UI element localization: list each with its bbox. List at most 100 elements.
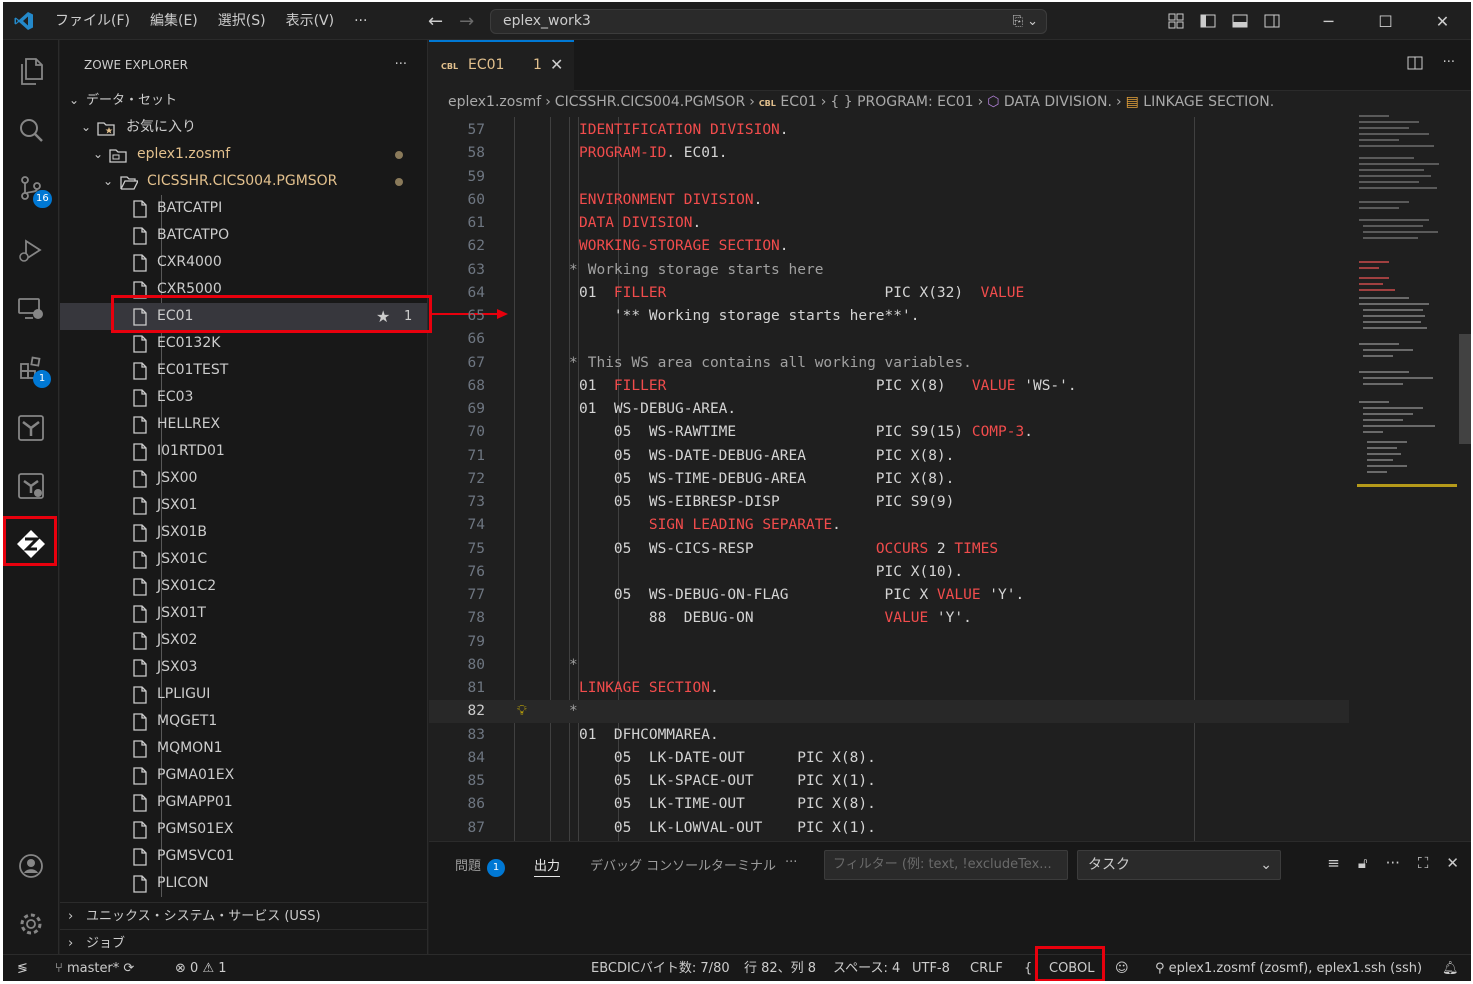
editor-more-icon[interactable]: ··· bbox=[1443, 55, 1455, 75]
code-editor[interactable]: 57 IDENTIFICATION DIVISION. 58 PROGRAM-ID. … bbox=[429, 117, 1349, 841]
code-line[interactable]: 70 05 WS-RAWTIME PIC S9(15) COMP-3. bbox=[429, 421, 1349, 444]
minimize-icon[interactable]: ─ bbox=[1300, 2, 1357, 40]
section-uss[interactable]: › ユニックス・システム・サービス (USS) bbox=[60, 902, 427, 929]
code-line[interactable]: 84 05 LK-DATE-OUT PIC X(8). bbox=[429, 747, 1349, 770]
panel-tab-terminal[interactable]: ターミナル bbox=[711, 855, 776, 877]
member-item[interactable]: MQMON1 bbox=[60, 735, 427, 762]
panel-tab-output[interactable]: 出力 bbox=[534, 855, 561, 877]
member-item[interactable]: BATCATPO bbox=[60, 222, 427, 249]
zowe-explorer-icon[interactable] bbox=[3, 516, 59, 572]
settings-gear-icon[interactable] bbox=[3, 896, 59, 952]
member-item[interactable]: JSX01B bbox=[60, 519, 427, 546]
remote-indicator-icon[interactable]: ≶ bbox=[17, 955, 28, 981]
close-icon[interactable]: ✕ bbox=[550, 55, 563, 74]
menu-more[interactable]: ··· bbox=[344, 2, 377, 40]
run-debug-icon[interactable] bbox=[3, 222, 59, 278]
code-line[interactable]: 60 ENVIRONMENT DIVISION. bbox=[429, 189, 1349, 212]
zowe-explorer-alt-icon[interactable] bbox=[3, 458, 59, 514]
member-item[interactable]: CXR5000 bbox=[60, 276, 427, 303]
breadcrumb-division[interactable]: DATA DIVISION. bbox=[1004, 94, 1112, 110]
maximize-panel-icon[interactable]: ⛶ bbox=[1418, 854, 1429, 872]
member-item[interactable]: EC03 bbox=[60, 384, 427, 411]
member-item[interactable]: MQGET1 bbox=[60, 708, 427, 735]
extensions-icon[interactable]: 1 bbox=[3, 340, 59, 396]
explorer-icon[interactable] bbox=[3, 44, 59, 100]
menu-edit[interactable]: 編集(E) bbox=[140, 2, 208, 40]
member-item[interactable]: JSX01 bbox=[60, 492, 427, 519]
toggle-primary-sidebar-icon[interactable] bbox=[1192, 2, 1224, 40]
tree-profile[interactable]: ⌄ eplex1.zosmf bbox=[60, 141, 427, 168]
code-line[interactable]: 82 💡︎ * bbox=[429, 700, 1349, 724]
forward-arrow-icon[interactable]: → bbox=[459, 11, 474, 32]
code-line[interactable]: 63 * Working storage starts here bbox=[429, 259, 1349, 282]
code-line[interactable]: 78 88 DEBUG-ON VALUE 'Y'. bbox=[429, 607, 1349, 630]
lightbulb-icon[interactable]: 💡︎ bbox=[517, 700, 527, 723]
code-line[interactable]: 61 DATA DIVISION. bbox=[429, 212, 1349, 235]
code-line[interactable]: 74 SIGN LEADING SEPARATE. bbox=[429, 514, 1349, 537]
close-window-icon[interactable]: ✕ bbox=[1414, 2, 1471, 40]
member-item[interactable]: EC01 ★ 1 bbox=[60, 303, 427, 330]
code-line[interactable]: 58 PROGRAM-ID. EC01. bbox=[429, 142, 1349, 165]
code-line[interactable]: 65 '** Working storage starts here**'. bbox=[429, 305, 1349, 328]
code-line[interactable]: 83 01 DFHCOMMAREA. bbox=[429, 724, 1349, 747]
ebcdic-counter[interactable]: EBCDICバイト数: 7/80 bbox=[591, 955, 730, 981]
member-item[interactable]: I01RTD01 bbox=[60, 438, 427, 465]
split-editor-icon[interactable] bbox=[1407, 55, 1423, 75]
indentation[interactable]: スペース: 4 bbox=[833, 955, 900, 981]
source-control-icon[interactable]: 16 bbox=[3, 160, 59, 216]
breadcrumb-profile[interactable]: eplex1.zosmf bbox=[448, 94, 541, 110]
tree-datasets[interactable]: ⌄ データ・セット bbox=[60, 87, 427, 114]
member-item[interactable]: PGMA01EX bbox=[60, 762, 427, 789]
member-item[interactable]: JSX03 bbox=[60, 654, 427, 681]
breadcrumb-program[interactable]: PROGRAM: EC01 bbox=[857, 94, 973, 110]
code-line[interactable]: 71 05 WS-DATE-DEBUG-AREA PIC X(8). bbox=[429, 445, 1349, 468]
member-item[interactable]: PLICON bbox=[60, 870, 427, 897]
code-line[interactable]: 87 05 LK-LOWVAL-OUT PIC X(1). bbox=[429, 817, 1349, 840]
customize-layout-icon[interactable] bbox=[1160, 2, 1192, 40]
tree-pds[interactable]: ⌄ CICSSHR.CICS004.PGMSOR bbox=[60, 168, 427, 195]
member-item[interactable]: JSX02 bbox=[60, 627, 427, 654]
member-item[interactable]: PGMS01EX bbox=[60, 816, 427, 843]
member-item[interactable]: EC01TEST bbox=[60, 357, 427, 384]
panel-more-actions-icon[interactable]: ··· bbox=[1386, 854, 1400, 872]
code-line[interactable]: 75 05 WS-CICS-RESP OCCURS 2 TIMES bbox=[429, 538, 1349, 561]
maximize-icon[interactable]: ☐ bbox=[1357, 2, 1414, 40]
tree-favorites[interactable]: ⌄ お気に入り bbox=[60, 114, 427, 141]
accounts-icon[interactable] bbox=[3, 838, 59, 894]
tab-ec01[interactable]: CBL EC01 1 ✕ bbox=[429, 40, 574, 91]
member-item[interactable]: BATCATPI bbox=[60, 195, 427, 222]
zowe-connection[interactable]: ⚲ eplex1.zosmf (zosmf), eplex1.ssh (ssh) bbox=[1155, 955, 1422, 981]
lock-scroll-icon[interactable]: 🔓︎ bbox=[1358, 854, 1368, 872]
code-line[interactable]: 67 * This WS area contains all working va… bbox=[429, 352, 1349, 375]
member-item[interactable]: JSX01C bbox=[60, 546, 427, 573]
panel-tab-debug-console[interactable]: デバッグ コンソール bbox=[590, 855, 711, 877]
remote-explorer-icon[interactable] bbox=[3, 281, 59, 337]
code-line[interactable]: 79 bbox=[429, 631, 1349, 654]
search-icon[interactable] bbox=[3, 102, 59, 158]
code-line[interactable]: 85 05 LK-SPACE-OUT PIC X(1). bbox=[429, 770, 1349, 793]
cursor-position[interactable]: 行 82、列 8 bbox=[744, 955, 816, 981]
minimap-slider[interactable] bbox=[1459, 334, 1471, 444]
copilot-chat-icon[interactable]: ⎘ ⌄ bbox=[1013, 10, 1038, 33]
code-line[interactable]: 62 WORKING-STORAGE SECTION. bbox=[429, 235, 1349, 258]
code-line[interactable]: 57 IDENTIFICATION DIVISION. bbox=[429, 119, 1349, 142]
code-line[interactable]: 69 01 WS-DEBUG-AREA. bbox=[429, 398, 1349, 421]
member-item[interactable]: JSX00 bbox=[60, 465, 427, 492]
minimap[interactable] bbox=[1349, 91, 1471, 841]
notifications-bell-icon[interactable]: 🔔︎ bbox=[1442, 955, 1459, 981]
member-item[interactable]: EC0132K bbox=[60, 330, 427, 357]
language-status-icon[interactable]: { bbox=[1024, 955, 1032, 981]
zowe-tree-icon[interactable] bbox=[3, 400, 59, 456]
toggle-secondary-sidebar-icon[interactable] bbox=[1256, 2, 1288, 40]
member-item[interactable]: JSX01T bbox=[60, 600, 427, 627]
git-branch[interactable]: ⑂ master* ⟳ bbox=[55, 955, 134, 981]
line-endings[interactable]: CRLF bbox=[970, 955, 1003, 981]
panel-tab-problems[interactable]: 問題 1 bbox=[455, 855, 506, 877]
encoding[interactable]: UTF-8 bbox=[912, 955, 950, 981]
output-filter-input[interactable]: フィルター (例: text, !excludeTex... bbox=[824, 850, 1068, 880]
code-line[interactable]: 72 05 WS-TIME-DEBUG-AREA PIC X(8). bbox=[429, 468, 1349, 491]
toggle-panel-icon[interactable] bbox=[1224, 2, 1256, 40]
breadcrumb-member[interactable]: EC01 bbox=[780, 94, 816, 110]
close-panel-icon[interactable]: ✕ bbox=[1446, 854, 1459, 872]
star-icon[interactable]: ★ bbox=[376, 303, 390, 330]
